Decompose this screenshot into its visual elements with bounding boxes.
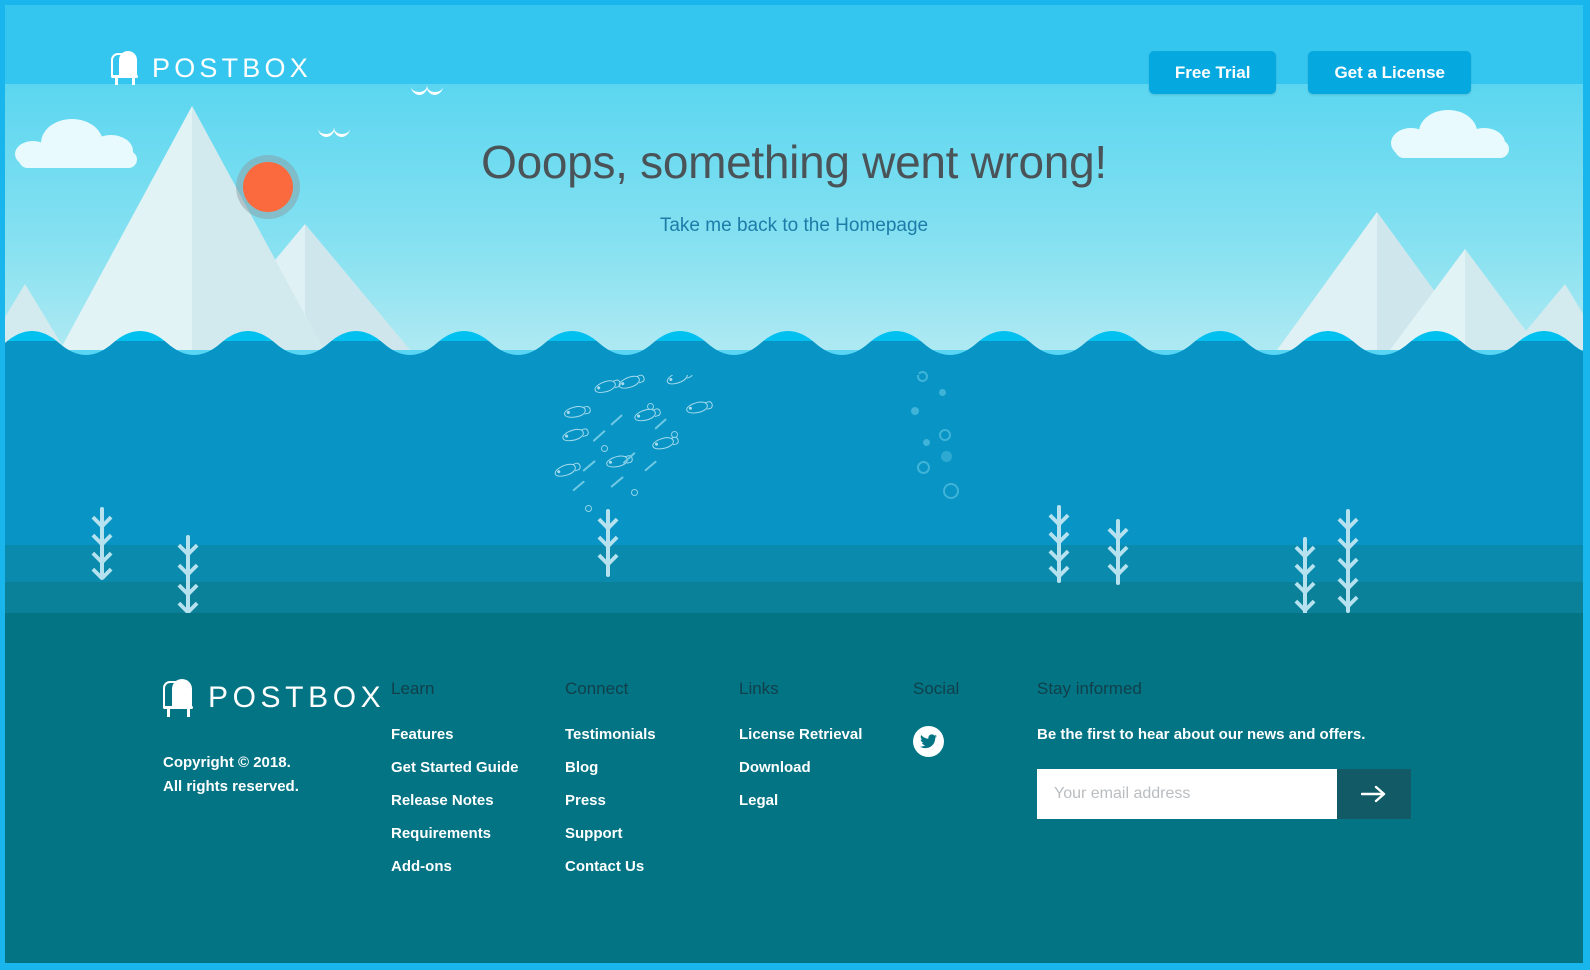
twitter-icon[interactable] <box>913 726 944 757</box>
arrow-right-icon <box>1361 785 1386 803</box>
footer-column-title: Learn <box>391 679 435 698</box>
motion-dash <box>654 418 667 430</box>
seaweed <box>1293 537 1317 615</box>
footer-column-connect: Connect Testimonials Blog Press Support … <box>565 679 739 891</box>
footer-link-features[interactable]: Features <box>391 726 565 743</box>
footer-column-social: Social <box>913 679 1037 891</box>
seaweed <box>91 507 113 582</box>
seaweed <box>1107 519 1129 585</box>
footer-logo[interactable]: POSTBOX <box>163 679 391 717</box>
footer-link-release-notes[interactable]: Release Notes <box>391 792 565 809</box>
footer-link-blog[interactable]: Blog <box>565 759 739 776</box>
footer-link-download[interactable]: Download <box>739 759 913 776</box>
small-bubble <box>601 445 608 452</box>
seaweed <box>1335 509 1361 613</box>
logo-text: POSTBOX <box>152 52 312 83</box>
small-bubble <box>647 403 654 410</box>
footer-link-add-ons[interactable]: Add-ons <box>391 858 565 875</box>
mailbox-icon <box>163 679 195 717</box>
footer-link-support[interactable]: Support <box>565 825 739 842</box>
sea-background <box>5 357 1583 963</box>
footer-column-links: Links License Retrieval Download Legal <box>739 679 913 891</box>
seaweed <box>175 535 201 619</box>
site-header: POSTBOX Free Trial Get a License <box>5 5 1583 94</box>
bubble <box>941 451 952 462</box>
footer-link-requirements[interactable]: Requirements <box>391 825 565 842</box>
mailbox-icon <box>111 51 139 85</box>
motion-dash <box>592 429 606 442</box>
footer-column-title: Connect <box>565 679 629 698</box>
footer-column-learn: Learn Features Get Started Guide Release… <box>391 679 565 891</box>
bubble <box>923 439 930 446</box>
bubble <box>943 483 959 499</box>
page-title: Ooops, something went wrong! <box>481 136 1107 188</box>
footer-link-legal[interactable]: Legal <box>739 792 913 809</box>
small-bubble <box>585 505 592 512</box>
footer-column-title: Social <box>913 679 960 698</box>
footer-link-contact-us[interactable]: Contact Us <box>565 858 739 875</box>
newsletter-signup: Stay informed Be the first to hear about… <box>1037 679 1417 891</box>
seaweed <box>597 509 619 577</box>
bubble <box>917 461 930 474</box>
bubble <box>911 407 919 415</box>
motion-dash <box>582 460 596 472</box>
free-trial-button[interactable]: Free Trial <box>1148 51 1277 94</box>
footer-link-license-retrieval[interactable]: License Retrieval <box>739 726 913 743</box>
copyright-line-1: Copyright © 2018. <box>163 754 291 771</box>
seaweed <box>1047 505 1071 583</box>
email-input[interactable] <box>1037 769 1337 819</box>
copyright-line-2: All rights reserved. <box>163 778 299 795</box>
small-bubble <box>671 431 678 438</box>
motion-dash <box>644 460 657 472</box>
footer-link-testimonials[interactable]: Testimonials <box>565 726 739 743</box>
header-logo[interactable]: POSTBOX <box>111 51 312 85</box>
page-root: POSTBOX Free Trial Get a License Ooops, … <box>5 5 1583 963</box>
wave-layer <box>5 325 1583 375</box>
newsletter-submit-button[interactable] <box>1337 769 1411 819</box>
motion-dash <box>610 414 623 426</box>
footer-link-get-started-guide[interactable]: Get Started Guide <box>391 759 565 776</box>
get-a-license-button[interactable]: Get a License <box>1308 51 1471 94</box>
logo-text: POSTBOX <box>208 681 386 714</box>
newsletter-title: Stay informed <box>1037 679 1142 698</box>
twitter-bird-glyph <box>920 734 937 749</box>
copyright: Copyright © 2018. All rights reserved. <box>163 751 391 799</box>
bubble <box>939 389 946 396</box>
homepage-link[interactable]: Take me back to the Homepage <box>660 215 928 237</box>
footer-brand: POSTBOX Copyright © 2018. All rights res… <box>163 679 391 891</box>
error-message-block: Ooops, something went wrong! Take me bac… <box>5 135 1583 237</box>
newsletter-description: Be the first to hear about our news and … <box>1037 726 1366 743</box>
motion-dash <box>610 476 624 488</box>
motion-dash <box>572 480 585 492</box>
newsletter-form <box>1037 769 1411 819</box>
bubble <box>939 429 951 441</box>
small-bubble <box>631 489 638 496</box>
header-actions: Free Trial Get a License <box>1148 51 1471 94</box>
site-footer: POSTBOX Copyright © 2018. All rights res… <box>5 613 1583 963</box>
footer-column-title: Links <box>739 679 779 698</box>
footer-link-press[interactable]: Press <box>565 792 739 809</box>
